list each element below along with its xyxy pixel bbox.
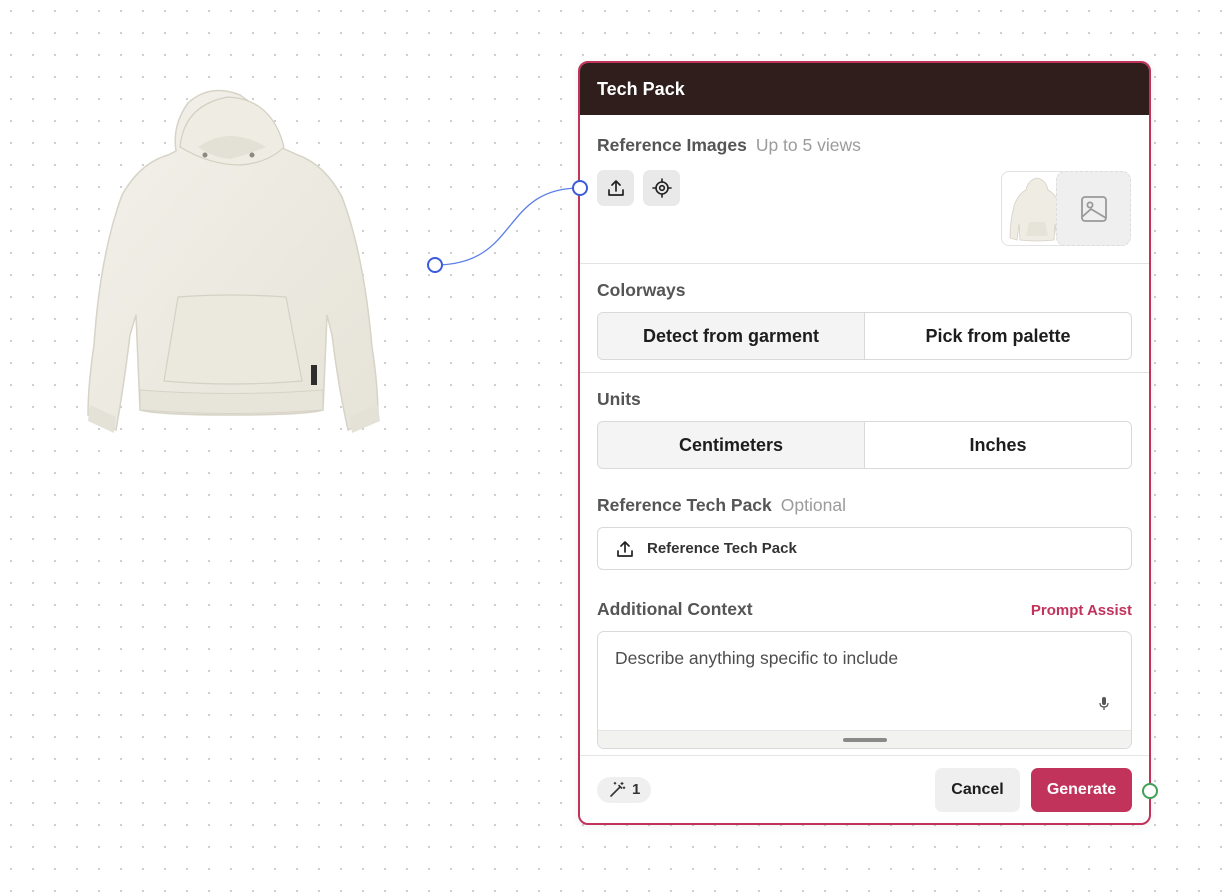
reference-tech-pack-button-label: Reference Tech Pack <box>647 540 797 557</box>
reference-tech-pack-label: Reference Tech Pack <box>597 495 772 515</box>
additional-context-label: Additional Context <box>597 599 753 619</box>
colorway-option-palette[interactable]: Pick from palette <box>864 313 1131 359</box>
magic-wand-icon <box>610 781 626 797</box>
credits-badge: 1 <box>597 776 652 803</box>
reference-images-label: Reference Images <box>597 135 747 155</box>
microphone-icon[interactable] <box>1098 696 1110 712</box>
upload-image-button[interactable] <box>597 170 634 206</box>
add-reference-image-slot[interactable] <box>1056 171 1131 246</box>
tech-pack-panel: Tech Pack Reference Images Up to 5 views <box>578 61 1151 825</box>
output-port[interactable] <box>427 257 443 273</box>
colorways-toggle: Detect from garment Pick from palette <box>597 312 1132 360</box>
colorways-label: Colorways <box>597 280 686 300</box>
resize-handle[interactable] <box>598 730 1131 748</box>
panel-title: Tech Pack <box>580 63 1149 115</box>
image-icon <box>1080 195 1107 222</box>
unit-option-inches[interactable]: Inches <box>864 422 1131 468</box>
additional-context-section: Additional Context Prompt Assist <box>580 581 1149 749</box>
crosshair-icon <box>651 178 672 198</box>
cancel-button[interactable]: Cancel <box>935 767 1020 812</box>
reference-tech-pack-section: Reference Tech Pack Optional Reference T… <box>580 481 1149 581</box>
units-toggle: Centimeters Inches <box>597 421 1132 469</box>
generate-button[interactable]: Generate <box>1031 767 1132 812</box>
units-section: Units Centimeters Inches <box>580 373 1149 481</box>
unit-option-centimeters[interactable]: Centimeters <box>598 422 864 468</box>
units-label: Units <box>597 389 641 409</box>
additional-context-field <box>597 631 1132 749</box>
upload-icon <box>607 180 624 196</box>
colorways-section: Colorways Detect from garment Pick from … <box>580 264 1149 372</box>
input-port[interactable] <box>572 180 588 196</box>
pick-region-button[interactable] <box>643 170 680 206</box>
hoodie-image[interactable] <box>80 85 390 445</box>
additional-context-input[interactable] <box>598 632 1131 730</box>
colorway-option-detect[interactable]: Detect from garment <box>598 313 864 359</box>
generate-output-port[interactable] <box>1142 783 1158 799</box>
panel-footer: 1 Cancel Generate <box>580 755 1149 823</box>
reference-tech-pack-hint: Optional <box>780 495 846 515</box>
credits-count: 1 <box>632 781 641 798</box>
prompt-assist-link[interactable]: Prompt Assist <box>1031 602 1132 619</box>
resize-grip <box>842 737 887 742</box>
reference-images-section: Reference Images Up to 5 views <box>580 115 1149 263</box>
reference-tech-pack-upload-button[interactable]: Reference Tech Pack <box>597 527 1132 570</box>
reference-images-hint: Up to 5 views <box>755 135 861 155</box>
upload-icon <box>617 540 633 557</box>
canvas: Tech Pack Reference Images Up to 5 views <box>0 0 1226 894</box>
